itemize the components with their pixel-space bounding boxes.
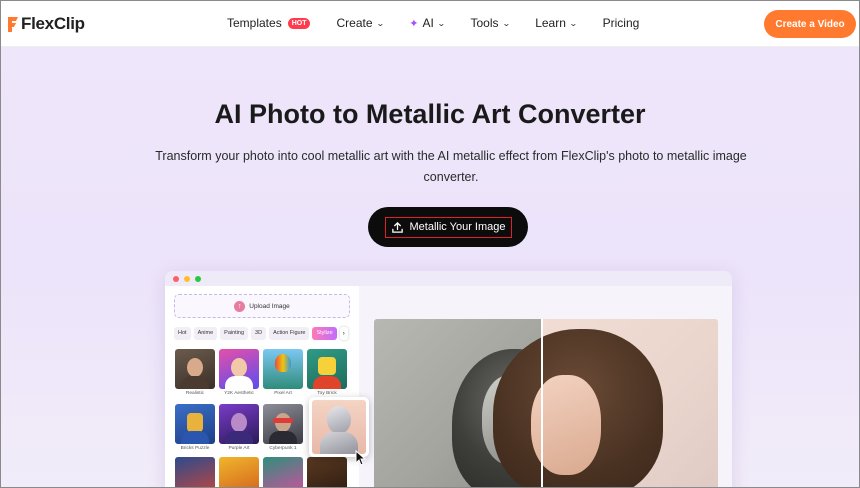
top-navbar: FlexClip Templates HOT Create ⌄ ✦ AI ⌄ T… bbox=[1, 1, 859, 47]
page-subtitle: Transform your photo into cool metallic … bbox=[155, 149, 747, 184]
style-label-pixel-art: Pixel Art bbox=[274, 391, 292, 396]
style-thumb-y2k[interactable] bbox=[219, 349, 259, 389]
menu-pricing[interactable]: Pricing bbox=[603, 16, 640, 30]
style-thumb-row3-3[interactable] bbox=[263, 457, 303, 487]
menu-pricing-label: Pricing bbox=[602, 16, 640, 30]
metallic-portrait-thumb bbox=[312, 400, 366, 454]
style-label-realistic: Realistic bbox=[185, 391, 205, 396]
comparison-slider[interactable] bbox=[541, 319, 543, 487]
category-chips: Hot Anime Painting 3D Action Figure Styl… bbox=[174, 327, 348, 340]
original-photo-image bbox=[493, 319, 718, 487]
upload-label: Upload Image bbox=[249, 302, 290, 310]
main-menu: Templates HOT Create ⌄ ✦ AI ⌄ Tools ⌄ Le… bbox=[227, 16, 665, 30]
style-thumb-purple-art[interactable] bbox=[219, 404, 259, 444]
chip-3d[interactable]: 3D bbox=[251, 327, 267, 340]
close-dot bbox=[173, 276, 179, 282]
menu-templates-label: Templates bbox=[227, 16, 282, 30]
style-label-cyberpunk: Cyberpunk 1 bbox=[269, 446, 297, 451]
page-title: AI Photo to Metallic Art Converter bbox=[214, 99, 646, 129]
cta-highlight: Metallic Your Image bbox=[384, 216, 512, 238]
menu-create-label: Create bbox=[336, 16, 373, 30]
upload-icon bbox=[391, 221, 403, 233]
style-thumb-bricks-puzzle[interactable] bbox=[175, 404, 215, 444]
menu-templates[interactable]: Templates HOT bbox=[227, 16, 311, 30]
chevron-right-icon[interactable]: › bbox=[339, 327, 348, 340]
menu-create[interactable]: Create ⌄ bbox=[336, 16, 385, 30]
selected-style-preview bbox=[309, 397, 369, 457]
chip-hot[interactable]: Hot bbox=[174, 327, 191, 340]
create-video-button[interactable]: Create a Video bbox=[764, 10, 856, 38]
chip-stylize[interactable]: Stylize bbox=[312, 327, 337, 340]
menu-tools[interactable]: Tools ⌄ bbox=[470, 16, 511, 30]
style-thumb-pixel-art[interactable] bbox=[263, 349, 303, 389]
chip-action-figure[interactable]: Action Figure bbox=[269, 327, 310, 340]
chevron-down-icon: ⌄ bbox=[501, 18, 511, 28]
logo-text: FlexClip bbox=[21, 14, 85, 33]
style-label-bricks-puzzle: Bricks Puzzle bbox=[180, 446, 210, 451]
cta-label: Metallic Your Image bbox=[409, 221, 506, 233]
maximize-dot bbox=[195, 276, 201, 282]
menu-learn-label: Learn bbox=[535, 16, 566, 30]
style-thumb-realistic[interactable] bbox=[175, 349, 215, 389]
page-frame: FlexClip Templates HOT Create ⌄ ✦ AI ⌄ T… bbox=[0, 0, 860, 488]
style-thumb-cyberpunk[interactable] bbox=[263, 404, 303, 444]
hot-badge: HOT bbox=[287, 17, 311, 29]
style-thumb-row3-2[interactable] bbox=[219, 457, 259, 487]
style-thumb-toy-brick[interactable] bbox=[307, 349, 347, 389]
chevron-down-icon: ⌄ bbox=[568, 18, 578, 28]
metallic-your-image-button[interactable]: Metallic Your Image bbox=[368, 207, 528, 247]
window-titlebar bbox=[165, 271, 732, 286]
chip-painting[interactable]: Painting bbox=[220, 327, 249, 340]
style-label-toy-brick: Toy Brick bbox=[317, 391, 337, 396]
sparkle-icon: ✦ bbox=[409, 17, 419, 30]
mouse-cursor-icon bbox=[355, 450, 367, 466]
upload-icon: ↑ bbox=[234, 300, 246, 312]
before-after-comparison bbox=[374, 319, 718, 487]
flexclip-logo[interactable]: FlexClip bbox=[6, 12, 85, 36]
chevron-down-icon: ⌄ bbox=[375, 18, 385, 28]
menu-ai[interactable]: ✦ AI ⌄ bbox=[409, 16, 446, 30]
style-panel: ↑ Upload Image Hot Anime Painting 3D Act… bbox=[165, 286, 359, 487]
minimize-dot bbox=[184, 276, 190, 282]
menu-learn[interactable]: Learn ⌄ bbox=[535, 16, 578, 30]
menu-tools-label: Tools bbox=[470, 16, 499, 30]
style-thumb-row3-1[interactable] bbox=[175, 457, 215, 487]
style-thumb-row3-4[interactable] bbox=[307, 457, 347, 487]
chip-anime[interactable]: Anime bbox=[193, 327, 218, 340]
style-label-y2k: Y2K Aesthetic bbox=[224, 391, 254, 396]
flexclip-logo-icon bbox=[6, 15, 20, 33]
menu-ai-label: AI bbox=[422, 16, 434, 30]
style-label-purple-art: Purple Art bbox=[228, 446, 250, 451]
upload-image-button[interactable]: ↑ Upload Image bbox=[174, 294, 350, 318]
chevron-down-icon: ⌄ bbox=[436, 18, 446, 28]
